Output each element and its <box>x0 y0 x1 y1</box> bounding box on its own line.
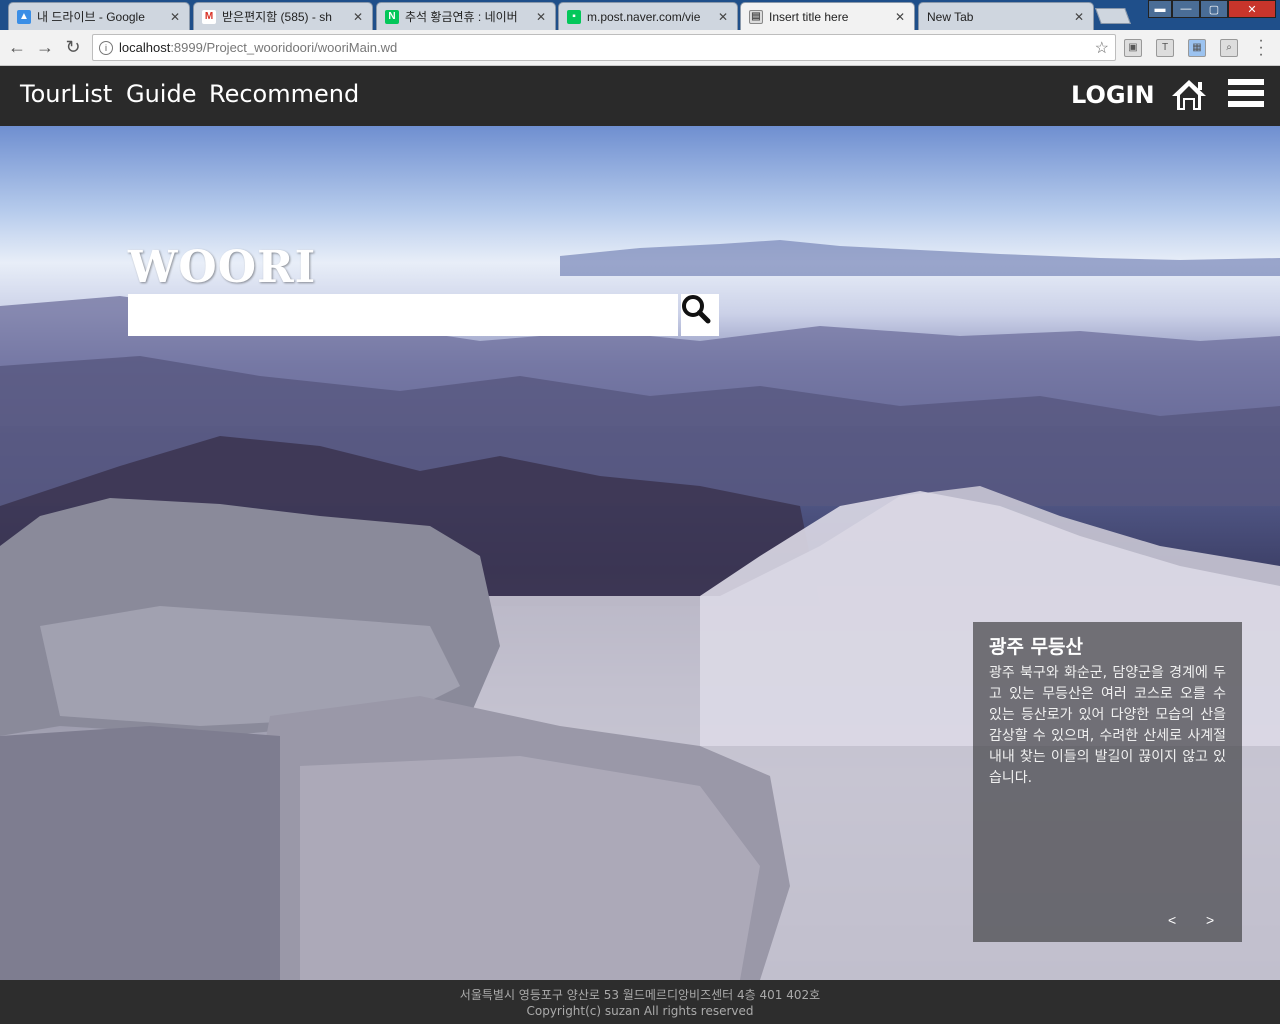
extension-icon[interactable]: ▣ <box>1124 39 1142 57</box>
site-header: TourList Guide Recommend LOGIN <box>0 66 1280 126</box>
address-bar[interactable]: i localhost:8999/Project_wooridoori/woor… <box>92 34 1116 61</box>
browser-tab-active[interactable]: ▤ Insert title here ✕ <box>740 2 915 30</box>
close-icon[interactable]: ✕ <box>894 10 906 24</box>
browser-tab[interactable]: N 추석 황금연휴 : 네이버 ✕ <box>376 2 556 30</box>
tab-label: New Tab <box>927 9 974 24</box>
maximize-icon[interactable]: ▢ <box>1200 0 1228 18</box>
browser-toolbar: ← → ↻ i localhost:8999/Project_wooridoor… <box>0 30 1280 66</box>
url-host: localhost <box>119 40 171 55</box>
home-icon[interactable] <box>1170 78 1208 112</box>
page-icon: ▤ <box>749 9 763 24</box>
close-icon[interactable]: ✕ <box>169 10 181 24</box>
naver-icon: N <box>385 9 399 24</box>
close-window-icon[interactable]: ✕ <box>1228 0 1276 18</box>
nav-recommend[interactable]: Recommend <box>209 80 359 108</box>
destination-info-panel: 광주 무등산 광주 북구와 화순군, 담양군을 경계에 두고 있는 무등산은 여… <box>973 622 1242 942</box>
back-icon[interactable]: ← <box>6 36 28 58</box>
tab-label: 내 드라이브 - Google <box>37 10 145 24</box>
gmail-icon: M <box>202 9 216 24</box>
translate-extension-icon[interactable]: T <box>1156 39 1174 57</box>
google-drive-icon: ▲ <box>17 9 31 24</box>
slide-next-button[interactable]: > <box>1206 912 1214 928</box>
menu-bar <box>1228 90 1264 96</box>
destination-description: 광주 북구와 화순군, 담양군을 경계에 두고 있는 무등산은 여러 코스로 오… <box>989 665 1226 786</box>
close-icon[interactable]: ✕ <box>535 10 547 24</box>
search-icon <box>682 295 711 324</box>
naver-post-icon: ▪ <box>567 9 581 24</box>
footer-address: 서울특별시 영등포구 양산로 53 월드메르디앙비즈센터 4층 401 402호 <box>459 988 821 1002</box>
hero-banner: WOORI 광주 무등산 광주 북구와 화순군, 담양군을 경계에 두고 있는 … <box>0 126 1280 980</box>
nav-guide[interactable]: Guide <box>126 80 196 108</box>
browser-menu-icon[interactable]: · · · <box>1254 33 1268 63</box>
bookmark-star-icon[interactable]: ☆ <box>1095 38 1109 58</box>
nav-tourlist[interactable]: TourList <box>20 80 112 108</box>
tab-label: 받은편지함 (585) - sh <box>222 10 332 24</box>
search-extension-icon[interactable]: ⌕ <box>1220 39 1238 57</box>
close-icon[interactable]: ✕ <box>352 10 364 24</box>
close-icon[interactable]: ✕ <box>717 10 729 24</box>
tab-label: m.post.naver.com/vie <box>587 9 701 24</box>
site-footer: 서울특별시 영등포구 양산로 53 월드메르디앙비즈센터 4층 401 402호… <box>0 980 1280 1024</box>
menu-bar <box>1228 101 1264 107</box>
browser-tab[interactable]: M 받은편지함 (585) - sh ✕ <box>193 2 373 30</box>
footer-copyright: Copyright(c) suzan All rights reserved <box>526 1004 754 1018</box>
browser-tab[interactable]: New Tab ✕ <box>918 2 1094 30</box>
tab-label: Insert title here <box>769 9 849 24</box>
close-icon[interactable]: ✕ <box>1073 10 1085 24</box>
hamburger-menu-icon[interactable] <box>1228 79 1264 111</box>
menu-bar <box>1228 79 1264 85</box>
extension-icon[interactable]: ▦ <box>1188 39 1206 57</box>
forward-icon[interactable]: → <box>34 36 56 58</box>
url-path: :8999/Project_wooridoori/wooriMain.wd <box>170 40 398 55</box>
search-input[interactable] <box>128 294 678 336</box>
info-icon[interactable]: i <box>99 40 113 55</box>
browser-tab[interactable]: ▪ m.post.naver.com/vie ✕ <box>558 2 738 30</box>
reload-icon[interactable]: ↻ <box>62 36 84 58</box>
slide-prev-button[interactable]: < <box>1168 912 1176 928</box>
login-link[interactable]: LOGIN <box>1071 81 1155 109</box>
search-button[interactable] <box>681 294 719 336</box>
tab-label: 추석 황금연휴 : 네이버 <box>405 10 518 24</box>
destination-title: 광주 무등산 <box>989 636 1084 658</box>
user-icon[interactable]: ▬ <box>1148 0 1172 18</box>
browser-tabstrip: ▲ 내 드라이브 - Google ✕ M 받은편지함 (585) - sh ✕… <box>0 0 1280 30</box>
site-logo[interactable]: WOORI <box>128 242 316 293</box>
browser-tab[interactable]: ▲ 내 드라이브 - Google ✕ <box>8 2 190 30</box>
minimize-icon[interactable]: — <box>1172 0 1200 18</box>
new-tab-button[interactable] <box>1095 8 1131 24</box>
